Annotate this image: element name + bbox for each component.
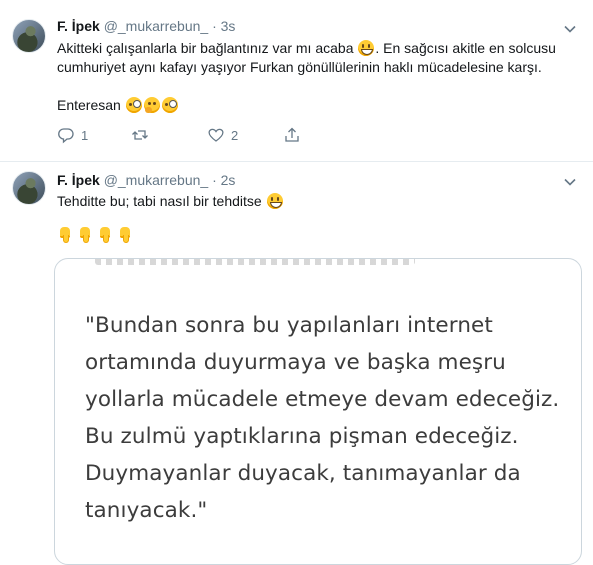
separator-dot: · bbox=[212, 172, 217, 188]
tweet-text-line: cumhuriyet aynı kafayı yaşıyor Furkan gö… bbox=[57, 59, 542, 75]
share-button[interactable] bbox=[283, 126, 301, 144]
reply-button[interactable]: 1 bbox=[57, 126, 88, 144]
tweet-text-line: Enteresan bbox=[57, 96, 567, 115]
author-name[interactable]: F. İpek bbox=[57, 18, 100, 34]
retweet-button[interactable] bbox=[131, 126, 155, 144]
like-button[interactable]: 2 bbox=[207, 126, 238, 144]
author-name[interactable]: F. İpek bbox=[57, 172, 100, 188]
tweet-text: Tehditte bu; tabi nasıl bir tehditse bbox=[57, 192, 567, 245]
timestamp[interactable]: 2s bbox=[221, 172, 236, 188]
separator-dot: · bbox=[212, 18, 217, 34]
timestamp[interactable]: 3s bbox=[221, 18, 236, 34]
retweet-icon bbox=[132, 130, 148, 140]
tweet-1[interactable]: F. İpek @_mukarrebun_ · 3s Akitteki çalı… bbox=[0, 0, 593, 160]
author-handle[interactable]: @_mukarrebun_ bbox=[104, 18, 209, 34]
tweet-text: Akitteki çalışanlarla bir bağlantınız va… bbox=[57, 39, 567, 115]
author-handle[interactable]: @_mukarrebun_ bbox=[104, 172, 209, 188]
backhand-index-pointing-down-emoji bbox=[78, 227, 92, 243]
reply-count: 1 bbox=[81, 127, 89, 143]
share-icon bbox=[285, 127, 299, 142]
cropped-text-edge bbox=[95, 259, 415, 265]
face-with-monocle-emoji bbox=[161, 97, 178, 113]
tweet-actions: 1 2 bbox=[57, 126, 357, 144]
face-with-monocle-emoji bbox=[125, 97, 142, 113]
reply-icon bbox=[58, 128, 74, 144]
backhand-index-pointing-down-emoji bbox=[58, 227, 72, 243]
avatar[interactable] bbox=[12, 19, 46, 53]
grinning-face-emoji bbox=[266, 193, 283, 209]
backhand-index-pointing-down-emoji bbox=[98, 227, 112, 243]
backhand-index-pointing-down-emoji bbox=[118, 227, 132, 243]
tweet-text-part: Enteresan bbox=[57, 97, 121, 113]
tweet-text-part: . En sağcısı akitle en solcusu bbox=[375, 40, 556, 56]
grinning-face-emoji bbox=[358, 40, 375, 56]
image-quote-text: "Bundan sonra bu yapılanları internet or… bbox=[85, 313, 560, 523]
like-icon bbox=[208, 128, 224, 142]
chevron-down-icon[interactable] bbox=[563, 22, 577, 36]
tweet-header: F. İpek @_mukarrebun_ · 3s bbox=[57, 18, 235, 34]
tweet-text-line: Tehditte bu; tabi nasıl bir tehditse bbox=[57, 192, 567, 211]
tweet-text-line: Akitteki çalışanlarla bir bağlantınız va… bbox=[57, 39, 567, 58]
emoji-row bbox=[57, 226, 567, 245]
tweet-header: F. İpek @_mukarrebun_ · 2s bbox=[57, 172, 235, 188]
tweet-text-part: Akitteki çalışanlarla bir bağlantınız va… bbox=[57, 40, 354, 56]
like-count: 2 bbox=[231, 127, 239, 143]
thinking-face-emoji bbox=[143, 97, 160, 113]
avatar[interactable] bbox=[12, 171, 46, 205]
chevron-down-icon[interactable] bbox=[563, 175, 577, 189]
tweet-text-part: Tehditte bu; tabi nasıl bir tehditse bbox=[57, 193, 262, 209]
attached-image[interactable]: "Bundan sonra bu yapılanları internet or… bbox=[54, 258, 582, 565]
